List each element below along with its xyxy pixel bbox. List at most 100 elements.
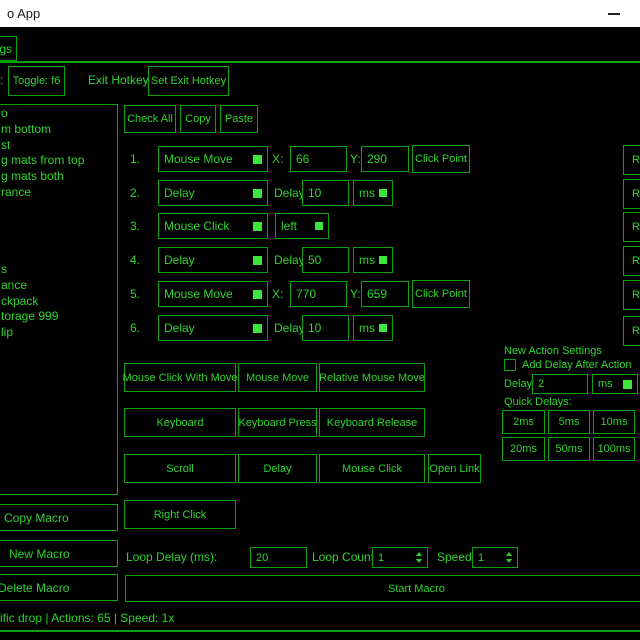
tab-settings[interactable]: gs: [0, 36, 17, 61]
spinner-up-icon[interactable]: [506, 552, 512, 556]
action-type-value: Delay: [164, 321, 195, 335]
delay-unit-dropdown[interactable]: ms: [353, 247, 393, 273]
loop-count-stepper[interactable]: 1: [372, 547, 428, 568]
loop-delay-input[interactable]: [250, 547, 307, 568]
remove-action-button[interactable]: R: [623, 212, 640, 242]
add-delay-after-action-checkbox[interactable]: [504, 359, 516, 371]
remove-action-button[interactable]: R: [623, 246, 640, 276]
list-item[interactable]: lip: [0, 325, 117, 341]
add-mouse-move-button[interactable]: Mouse Move: [238, 363, 317, 392]
button-label: 100ms: [597, 443, 630, 455]
row-number: 5.: [130, 287, 140, 301]
toggle-hotkey-button[interactable]: Toggle: f6: [8, 66, 65, 96]
spinner-arrows[interactable]: [416, 552, 422, 563]
copy-button[interactable]: Copy: [180, 105, 216, 133]
action-type-value: Mouse Move: [164, 152, 233, 166]
list-item[interactable]: s: [0, 262, 117, 278]
quick-delay-10ms-button[interactable]: 10ms: [593, 410, 635, 434]
spinner-arrows[interactable]: [506, 552, 512, 563]
speed-stepper[interactable]: 1: [472, 547, 518, 568]
list-item[interactable]: m bottom: [0, 122, 117, 138]
speed-value: 1: [478, 552, 484, 564]
click-point-button[interactable]: Click Point: [412, 145, 470, 173]
list-item[interactable]: ckpack: [0, 294, 117, 310]
click-point-button[interactable]: Click Point: [412, 280, 470, 308]
dropdown-arrow-icon: [253, 290, 262, 299]
quick-delay-2ms-button[interactable]: 2ms: [502, 410, 545, 434]
list-item[interactable]: ance: [0, 278, 117, 294]
action-type-dropdown[interactable]: Delay: [158, 247, 268, 273]
dropdown-arrow-icon: [253, 222, 262, 231]
copy-macro-button[interactable]: Copy Macro: [0, 504, 118, 531]
add-mouse-click-with-move-button[interactable]: Mouse Click With Move: [124, 363, 236, 392]
remove-label: R: [632, 289, 640, 301]
copy-label: Copy: [185, 113, 211, 125]
new-action-delay-input[interactable]: [532, 374, 588, 394]
check-all-button[interactable]: Check All: [124, 105, 176, 133]
remove-label: R: [632, 154, 640, 166]
set-exit-hotkey-button[interactable]: Set Exit Hotkey: [148, 66, 229, 96]
delay-input[interactable]: [302, 180, 349, 206]
paste-button[interactable]: Paste: [220, 105, 258, 133]
delay-input[interactable]: [302, 247, 349, 273]
add-open-link-button[interactable]: Open Link: [428, 454, 481, 483]
y-input[interactable]: [361, 146, 409, 172]
new-action-delay-unit-dropdown[interactable]: ms: [592, 374, 638, 394]
mouse-button-dropdown[interactable]: left: [275, 213, 329, 239]
list-item[interactable]: g mats both: [0, 169, 117, 185]
add-mouse-click-button[interactable]: Mouse Click: [319, 454, 425, 483]
spinner-up-icon[interactable]: [416, 552, 422, 556]
list-item[interactable]: st: [0, 138, 117, 154]
check-all-label: Check All: [127, 113, 173, 125]
list-item[interactable]: g mats from top: [0, 153, 117, 169]
add-scroll-button[interactable]: Scroll: [124, 454, 236, 483]
y-label: Y:: [350, 287, 361, 301]
delay-label: Delay: [274, 186, 305, 200]
spinner-down-icon[interactable]: [506, 559, 512, 563]
add-keyboard-button[interactable]: Keyboard: [124, 408, 236, 437]
list-item[interactable]: torage 999: [0, 309, 117, 325]
macro-listbox[interactable]: o m bottom st g mats from top g mats bot…: [0, 104, 118, 495]
add-delay-button[interactable]: Delay: [238, 454, 317, 483]
action-type-dropdown[interactable]: Delay: [158, 180, 268, 206]
remove-label: R: [632, 188, 640, 200]
action-type-dropdown[interactable]: Mouse Move: [158, 146, 268, 172]
delay-input[interactable]: [302, 315, 349, 341]
action-type-dropdown[interactable]: Delay: [158, 315, 268, 341]
remove-action-button[interactable]: R: [623, 179, 640, 209]
delete-macro-button[interactable]: Delete Macro: [0, 574, 118, 601]
remove-action-button[interactable]: R: [623, 316, 640, 346]
action-row-2: 2. Delay Delay ms: [124, 180, 640, 206]
x-input[interactable]: [290, 281, 347, 307]
quick-delay-50ms-button[interactable]: 50ms: [548, 437, 590, 461]
dropdown-arrow-icon: [379, 324, 387, 332]
minimize-button[interactable]: [601, 0, 627, 27]
quick-delay-20ms-button[interactable]: 20ms: [502, 437, 545, 461]
add-right-click-button[interactable]: Right Click: [124, 500, 236, 529]
list-item[interactable]: rance: [0, 185, 117, 201]
x-input[interactable]: [290, 146, 347, 172]
remove-action-button[interactable]: R: [623, 280, 640, 310]
remove-action-button[interactable]: R: [623, 145, 640, 175]
row-number: 6.: [130, 321, 140, 335]
add-keyboard-release-button[interactable]: Keyboard Release: [319, 408, 425, 437]
new-macro-button[interactable]: New Macro: [0, 540, 118, 567]
action-type-dropdown[interactable]: Mouse Click: [158, 213, 268, 239]
list-item[interactable]: o: [0, 106, 117, 122]
action-type-dropdown[interactable]: Mouse Move: [158, 281, 268, 307]
row-number: 3.: [130, 219, 140, 233]
spinner-down-icon[interactable]: [416, 559, 422, 563]
quick-delay-100ms-button[interactable]: 100ms: [593, 437, 635, 461]
button-label: Right Click: [154, 509, 207, 521]
add-relative-mouse-move-button[interactable]: Relative Mouse Move: [319, 363, 425, 392]
quick-delay-5ms-button[interactable]: 5ms: [548, 410, 590, 434]
y-input[interactable]: [361, 281, 409, 307]
loop-count-label: Loop Count:: [312, 550, 377, 564]
add-keyboard-press-button[interactable]: Keyboard Press: [238, 408, 317, 437]
delay-unit-dropdown[interactable]: ms: [353, 315, 393, 341]
hotkey-cut-label: :: [0, 73, 3, 87]
button-label: Delay: [263, 463, 291, 475]
delay-unit-dropdown[interactable]: ms: [353, 180, 393, 206]
start-macro-button[interactable]: Start Macro: [125, 575, 640, 602]
remove-label: R: [632, 255, 640, 267]
